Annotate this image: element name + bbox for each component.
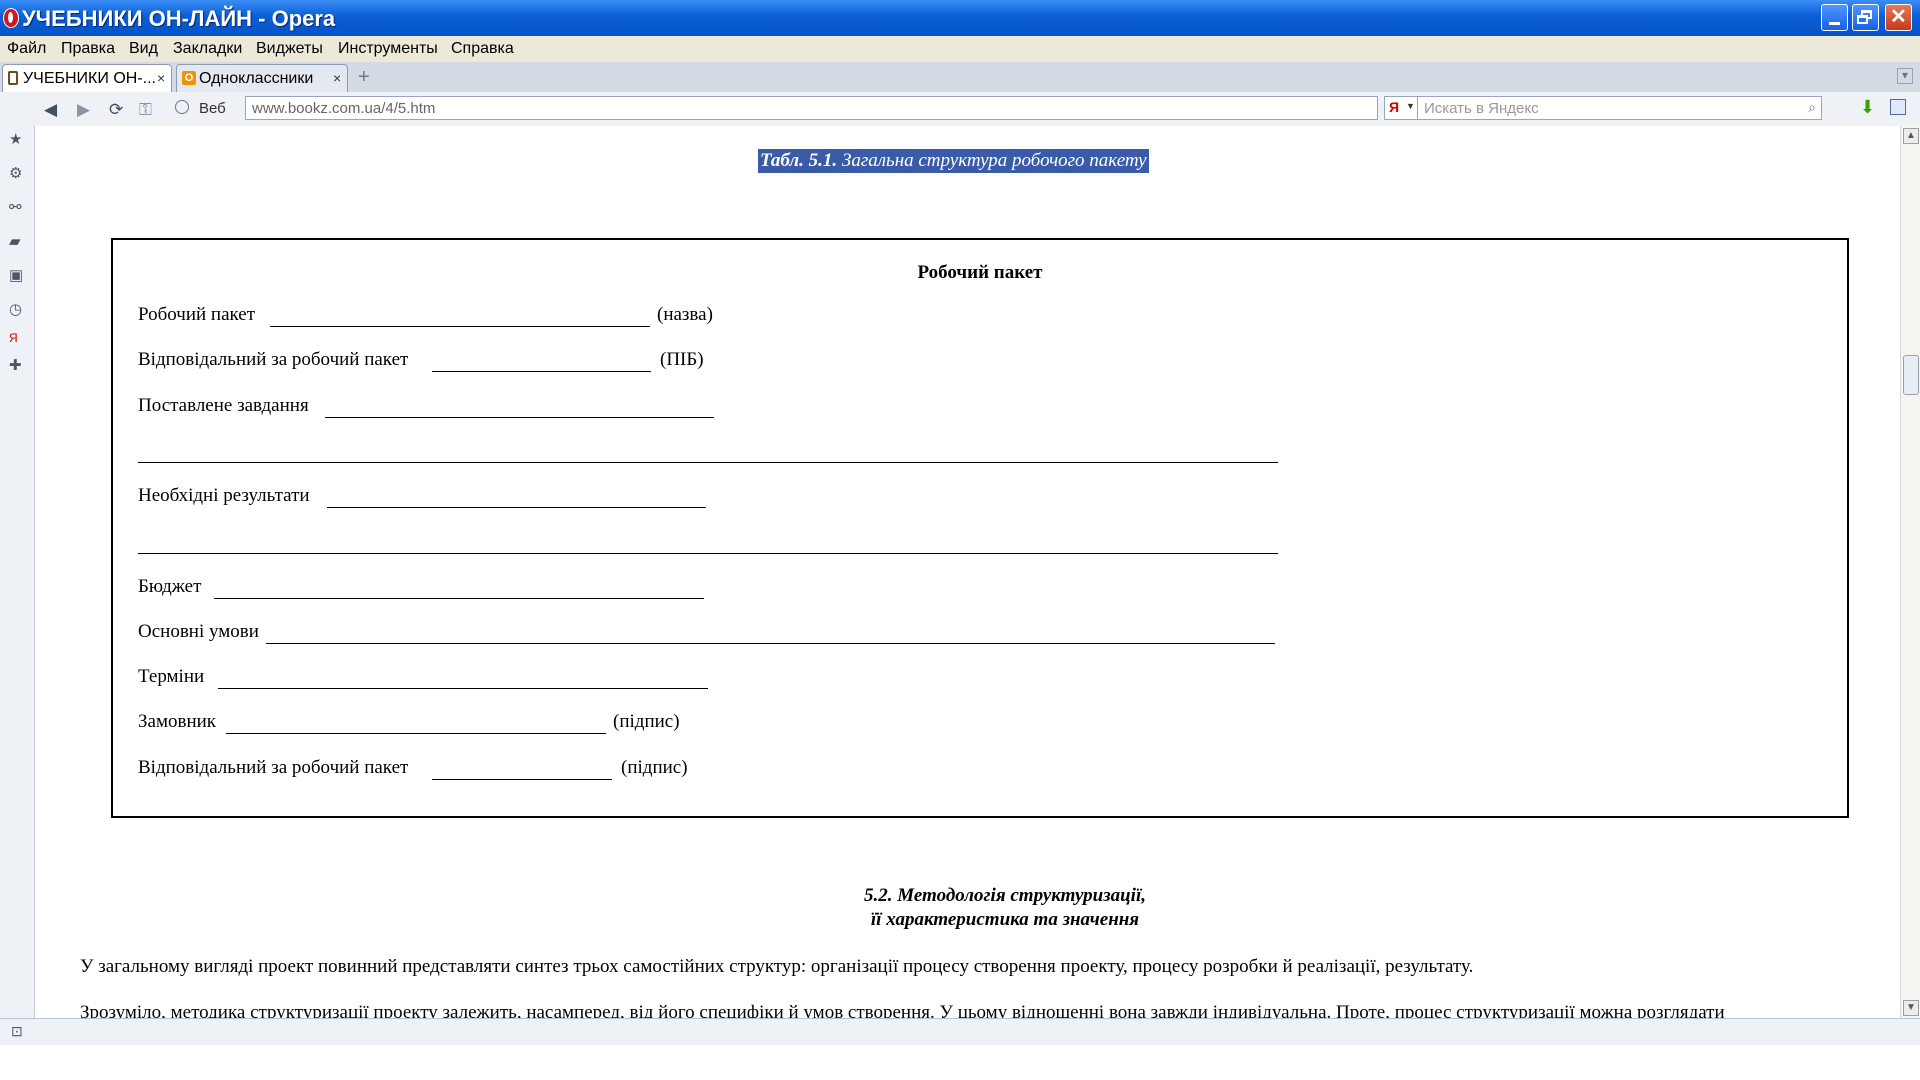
tab-label: Одноклассники <box>199 70 314 87</box>
status-bar: ⊡ <box>0 1018 1920 1045</box>
menu-widgets[interactable]: Виджеты <box>256 40 323 58</box>
back-icon[interactable]: ◀ <box>44 100 57 120</box>
menu-file[interactable]: Файл <box>7 40 46 58</box>
field-label-customer: Замовник <box>138 711 217 732</box>
web-label[interactable]: Веб <box>199 100 226 117</box>
section-heading-line2: її характеристика та значення <box>870 909 1140 930</box>
scrollbar-thumb[interactable] <box>1903 355 1919 395</box>
tab-menu-icon[interactable]: ▾ <box>1897 68 1913 84</box>
history-clock-icon[interactable]: ◷ <box>9 300 22 318</box>
tab-odnoklassniki[interactable]: O Одноклассники × <box>176 64 348 92</box>
paragraph-1: У загальному вигляді проект повинний пре… <box>80 956 1474 977</box>
menu-bar: Файл Правка Вид Закладки Виджеты Инструм… <box>0 36 1920 63</box>
field-blank-line <box>138 553 1278 554</box>
tab-close-icon[interactable]: × <box>333 70 341 86</box>
search-placeholder: Искать в Яндекс <box>1424 100 1539 117</box>
wand-key-icon[interactable]: ⚿ <box>139 100 152 120</box>
close-button[interactable]: ✕ <box>1885 4 1912 31</box>
yandex-icon: Я <box>1389 99 1400 115</box>
field-blank-line <box>325 417 714 418</box>
menu-help[interactable]: Справка <box>451 40 514 58</box>
field-label-budget: Бюджет <box>138 576 202 597</box>
field-blank-line <box>218 688 708 689</box>
address-field[interactable]: www.bookz.com.ua/4/5.htm <box>245 96 1378 120</box>
tab-close-icon[interactable]: × <box>157 70 165 86</box>
restore-button[interactable] <box>1852 4 1879 31</box>
book-icon <box>8 71 18 85</box>
new-tab-icon[interactable]: + <box>358 66 370 89</box>
field-blank-line <box>327 507 706 508</box>
tab-uchebniki[interactable]: УЧЕБНИКИ ОН-... × <box>2 64 172 92</box>
close-icon: ✕ <box>1890 6 1907 28</box>
field-blank-line <box>432 371 651 372</box>
vertical-scrollbar[interactable]: ▲ ▼ <box>1900 126 1920 1018</box>
field-suffix-signature: (підпис) <box>621 757 688 778</box>
caption-number: Табл. 5.1. <box>760 150 838 171</box>
field-label-terms: Терміни <box>138 666 205 687</box>
field-label-conditions: Основні умови <box>138 621 259 642</box>
field-label-responsible: Відповідальний за робочий пакет <box>138 349 409 370</box>
field-blank-line <box>270 326 650 327</box>
field-blank-line <box>432 779 612 780</box>
window-titlebar[interactable]: УЧЕБНИКИ ОН-ЛАЙН - Opera ✕ <box>0 0 1920 36</box>
paragraph-2: Зрозуміло, методика структуризації проек… <box>80 1002 1725 1018</box>
add-panel-icon[interactable]: ✚ <box>9 356 22 374</box>
menu-bookmarks[interactable]: Закладки <box>173 40 242 58</box>
save-panel-icon[interactable]: ▣ <box>9 266 23 284</box>
reload-icon[interactable]: ⟳ <box>109 100 123 120</box>
forward-icon[interactable]: ▶ <box>77 100 90 120</box>
field-label-results: Необхідні результати <box>138 485 310 506</box>
tab-label: УЧЕБНИКИ ОН-... <box>23 70 156 87</box>
settings-gear-icon[interactable]: ⚙ <box>9 164 22 182</box>
field-blank-line <box>138 462 1278 463</box>
odnoklassniki-icon: O <box>182 71 196 85</box>
field-blank-line <box>214 598 704 599</box>
opera-logo-icon <box>3 8 19 28</box>
search-input[interactable]: Искать в Яндекс ⌕ <box>1418 96 1822 120</box>
globe-icon <box>175 100 189 114</box>
side-panel: ★ ⚙ ⚯ ▰ ▣ ◷ Я ✚ <box>0 126 35 1018</box>
download-icon[interactable]: ⬇ <box>1860 97 1875 118</box>
field-suffix-name: (назва) <box>657 304 713 325</box>
work-package-form: Робочий пакет Робочий пакет (назва) Відп… <box>111 238 1849 818</box>
field-suffix-pib: (ПІБ) <box>660 349 704 370</box>
scroll-up-arrow-icon[interactable]: ▲ <box>1903 128 1919 144</box>
panel-toggle-status-icon[interactable]: ⊡ <box>11 1023 23 1040</box>
section-heading-line1: 5.2. Методологія структуризації, <box>864 885 1146 906</box>
minimize-button[interactable] <box>1821 4 1848 31</box>
window-title: УЧЕБНИКИ ОН-ЛАЙН - Opera <box>22 6 336 31</box>
chevron-down-icon: ▼ <box>1406 101 1415 111</box>
menu-tools[interactable]: Инструменты <box>338 40 438 58</box>
caption-text: Загальна структура робочого пакету <box>837 150 1147 171</box>
field-label-work-package: Робочий пакет <box>138 304 256 325</box>
address-toolbar: ◀ ▶ ⟳ ⚿ Веб www.bookz.com.ua/4/5.htm Я ▼… <box>0 92 1920 127</box>
field-blank-line <box>226 733 606 734</box>
table-caption: Табл. 5.1. Загальна структура робочого п… <box>758 149 1149 173</box>
menu-edit[interactable]: Правка <box>61 40 115 58</box>
web-page: Табл. 5.1. Загальна структура робочого п… <box>35 126 1900 1018</box>
field-suffix-signature: (підпис) <box>613 711 680 732</box>
yandex-panel-icon[interactable]: Я <box>9 331 18 345</box>
field-label-responsible-sign: Відповідальний за робочий пакет <box>138 757 409 778</box>
notes-icon[interactable]: ▰ <box>9 232 21 250</box>
address-text[interactable]: www.bookz.com.ua/4/5.htm <box>252 100 435 117</box>
section-heading: 5.2. Методологія структуризації, її хара… <box>655 884 1355 932</box>
panel-toggle-icon[interactable] <box>1890 99 1906 115</box>
share-icon[interactable]: ⚯ <box>9 198 22 216</box>
field-blank-line <box>266 643 1275 644</box>
search-icon[interactable]: ⌕ <box>1808 99 1816 116</box>
search-engine-selector[interactable]: Я ▼ <box>1384 96 1418 120</box>
menu-view[interactable]: Вид <box>129 40 158 58</box>
scroll-down-arrow-icon[interactable]: ▼ <box>1903 1000 1919 1016</box>
tab-bar: УЧЕБНИКИ ОН-... × O Одноклассники × + ▾ <box>0 62 1920 93</box>
field-label-task: Поставлене завдання <box>138 395 309 416</box>
bookmarks-star-icon[interactable]: ★ <box>9 130 22 148</box>
form-title: Робочий пакет <box>917 262 1043 283</box>
